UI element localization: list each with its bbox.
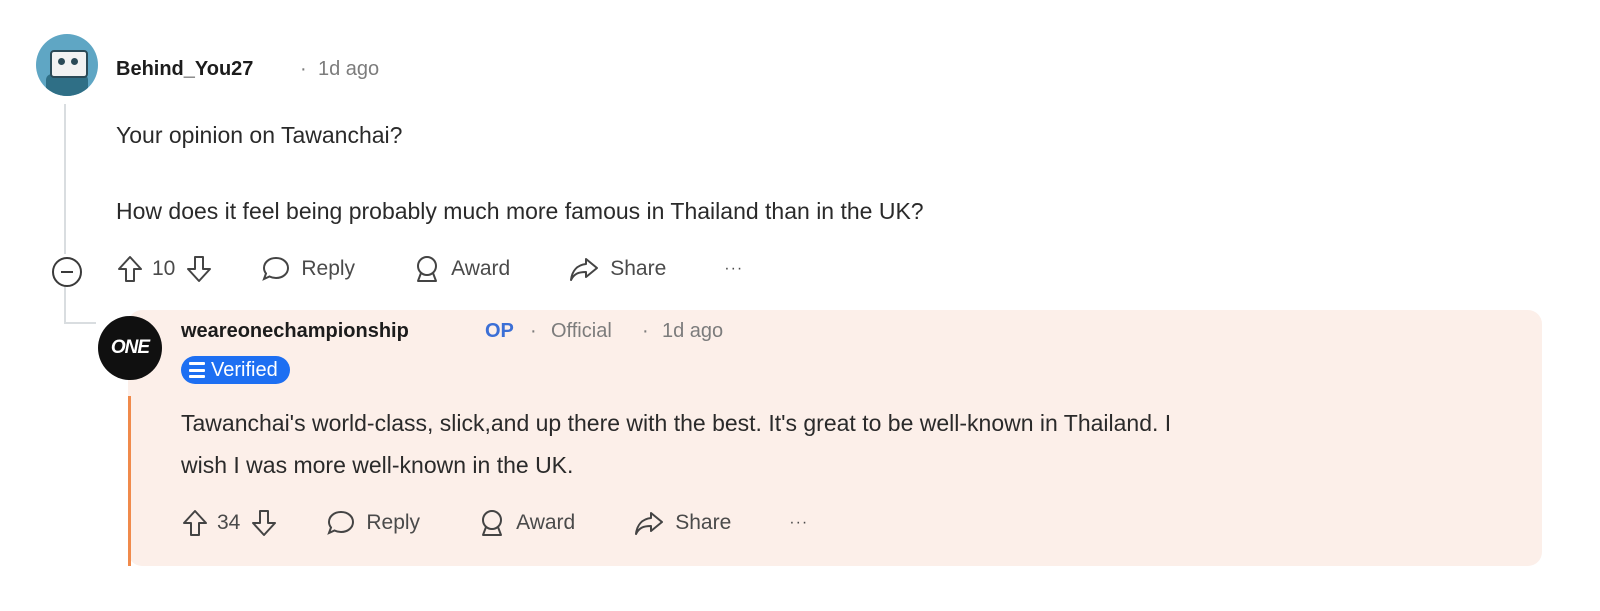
award-button[interactable]: Award [413,254,510,284]
reply-username[interactable]: weareonechampionship [181,320,409,343]
vote-count: 34 [217,511,241,534]
reply-label: Reply [301,257,356,280]
reply-timestamp[interactable]: 1d ago [662,320,723,343]
share-button[interactable]: Share [633,509,731,537]
op-highlight-bar [128,396,131,566]
comment-timestamp[interactable]: 1d ago [318,58,379,81]
share-icon [635,512,664,535]
comment-bubble-icon [262,256,290,281]
award-icon [417,256,438,282]
arrow-down-icon [252,510,277,536]
share-button[interactable]: Share [568,255,666,283]
arrow-down-icon [187,256,212,282]
award-button[interactable]: Award [478,508,575,538]
one-logo: ONE [110,337,150,358]
reply-button[interactable]: Reply [326,509,420,537]
arrow-up-icon [118,256,142,282]
downvote-button[interactable] [250,508,278,538]
upvote-button[interactable] [181,508,209,538]
comment-separator: · [300,58,307,80]
comment-paragraph: How does it feel being probably much mor… [116,198,924,224]
reply-button[interactable]: Reply [261,255,355,283]
share-icon [570,258,599,281]
avatar[interactable]: ONE [98,316,162,380]
more-icon: ··· [789,514,809,531]
thread-line [64,104,66,254]
reply-body-line: Tawanchai's world-class, slick,and up th… [181,410,1172,436]
award-label: Award [451,257,511,280]
more-options-button[interactable]: ··· [789,514,808,532]
reply-label: Reply [366,511,421,534]
reply-separator: · [642,320,649,342]
share-label: Share [675,511,732,534]
reply-body-line: wish I was more well-known in the UK. [181,452,574,478]
comment-action-bar: 10 Reply Award Share ··· [116,254,743,284]
arrow-up-icon [183,510,207,536]
vote-count: 10 [152,257,176,280]
more-options-button[interactable]: ··· [724,260,743,278]
share-label: Share [610,257,667,280]
collapse-thread-button[interactable] [52,257,82,287]
thread-connector [64,284,66,324]
award-icon [482,510,503,536]
more-icon: ··· [724,260,744,277]
reply-separator: · [530,320,537,342]
upvote-button[interactable] [116,254,144,284]
verified-label: Verified [211,358,278,381]
reply-action-bar: 34 Reply Award Share ··· [181,508,808,538]
verified-badge: Verified [181,356,290,384]
user-flair: Official [551,320,612,342]
thread-connector-curve [64,322,96,324]
award-label: Award [516,511,576,534]
verified-icon [189,362,205,378]
downvote-button[interactable] [185,254,213,284]
comment-bubble-icon [327,510,355,535]
comment-paragraph: Your opinion on Tawanchai? [116,122,403,148]
op-badge: OP [485,320,514,342]
comment-username[interactable]: Behind_You27 [116,58,253,81]
avatar[interactable] [36,34,98,96]
